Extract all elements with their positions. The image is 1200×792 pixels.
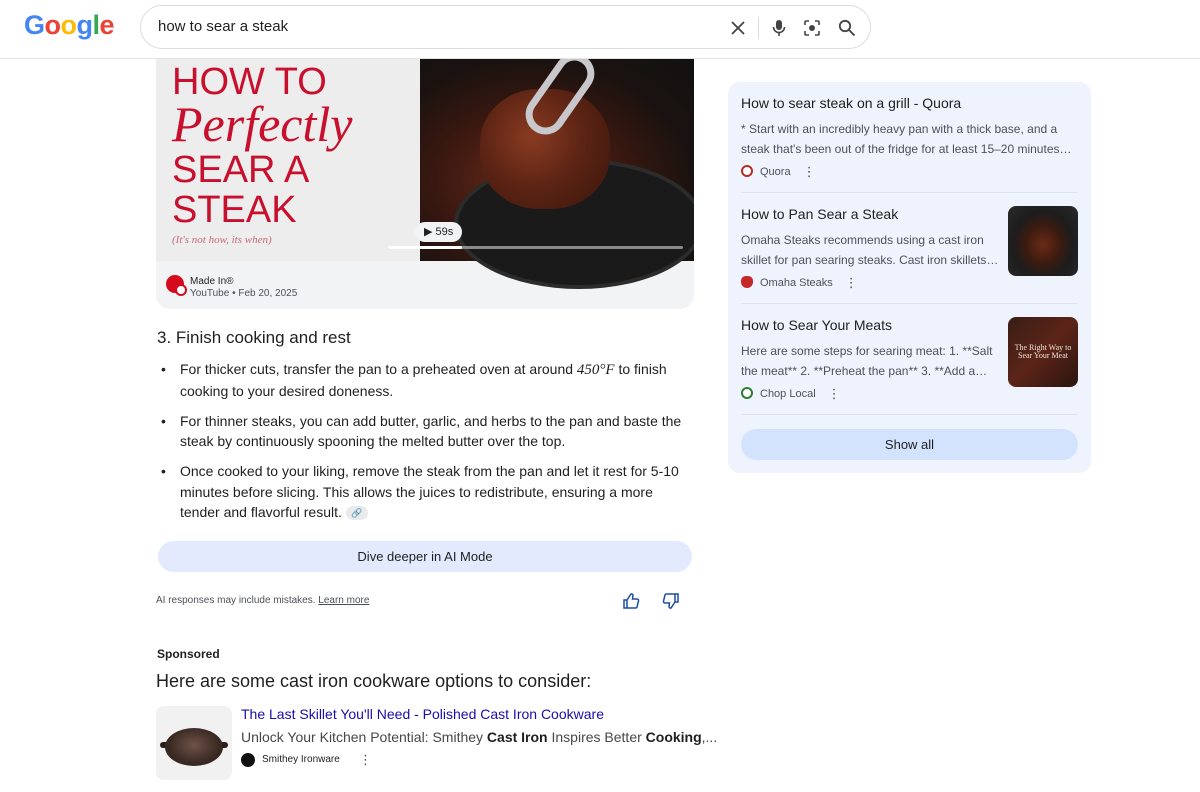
temperature-value: 450°F (576, 362, 615, 378)
header: Google (0, 0, 1200, 59)
more-options-icon[interactable]: ⋮ (845, 275, 858, 290)
search-box (140, 5, 871, 49)
sponsored-label: Sponsored (157, 647, 220, 661)
ad-description: Unlock Your Kitchen Potential: Smithey C… (241, 729, 717, 745)
source-card-chop-local[interactable]: How to Sear Your Meats Here are some ste… (741, 317, 1078, 412)
source-meta: Quora ⋮ (741, 164, 816, 180)
video-title-line: STEAK (172, 189, 297, 231)
bullet-text: For thicker cuts, transfer the pan to a … (180, 361, 577, 377)
thumbnail-caption: The Right Way to Sear Your Meat (1014, 343, 1072, 360)
source-title[interactable]: How to Sear Your Meats (741, 317, 892, 333)
thumbs-down-icon[interactable] (660, 590, 682, 612)
advertiser-name: Smithey Ironware (262, 754, 340, 765)
microphone-icon[interactable] (767, 16, 791, 40)
list-item: For thicker cuts, transfer the pan to a … (158, 359, 688, 401)
video-progress-bar[interactable] (388, 246, 683, 249)
bullet-text: Once cooked to your liking, remove the s… (180, 463, 679, 520)
source-name: Omaha Steaks (760, 277, 833, 289)
source-snippet: Omaha Steaks recommends using a cast iro… (741, 233, 999, 267)
ad-desc-text: Inspires Better (547, 729, 646, 745)
thumbs-up-icon[interactable] (620, 590, 642, 612)
source-name: Chop Local (760, 388, 816, 400)
meat-thumbnail[interactable]: The Right Way to Sear Your Meat (1008, 317, 1078, 387)
video-title-line: Perfectly (172, 96, 353, 152)
source-card-omaha-steaks[interactable]: How to Pan Sear a Steak Omaha Steaks rec… (741, 206, 1078, 301)
ad-desc-text: Unlock Your Kitchen Potential: Smithey (241, 729, 487, 745)
chop-local-icon (741, 387, 753, 399)
source-snippet: * Start with an incredibly heavy pan wit… (741, 122, 1072, 156)
steak-thumbnail[interactable] (1008, 206, 1078, 276)
dive-deeper-button[interactable]: Dive deeper in AI Mode (158, 541, 692, 572)
ad-desc-bold: Cast Iron (486, 729, 548, 745)
ad-product-image[interactable] (156, 706, 232, 780)
source-meta: Omaha Steaks ⋮ (741, 275, 858, 291)
google-logo[interactable]: Google (24, 10, 115, 41)
more-options-icon[interactable]: ⋮ (828, 386, 841, 401)
sponsored-heading: Here are some cast iron cookware options… (156, 671, 592, 691)
search-icon[interactable] (835, 16, 859, 40)
ad-desc-text: ,... (701, 729, 718, 745)
source-card-quora[interactable]: How to sear steak on a grill - Quora * S… (741, 95, 1078, 190)
search-divider (758, 17, 759, 39)
video-card[interactable]: HOW TO Perfectly SEAR A STEAK (It's not … (156, 59, 694, 309)
section-title: 3. Finish cooking and rest (157, 328, 351, 347)
ad-title-link[interactable]: The Last Skillet You'll Need - Polished … (241, 706, 604, 722)
step-list: For thicker cuts, transfer the pan to a … (158, 359, 688, 532)
source-name: Quora (760, 166, 791, 178)
related-sources-panel: How to sear steak on a grill - Quora * S… (728, 82, 1091, 473)
video-progress-fill (388, 246, 462, 249)
list-item: Once cooked to your liking, remove the s… (158, 461, 688, 523)
video-duration-badge: ▶ 59s (415, 222, 463, 242)
channel-avatar (166, 275, 187, 296)
show-all-button[interactable]: Show all (741, 429, 1078, 460)
ai-disclaimer: AI responses may include mistakes. Learn… (156, 595, 369, 606)
skillet-image (165, 728, 223, 766)
advertiser-logo (241, 753, 255, 767)
source-title[interactable]: How to Pan Sear a Steak (741, 206, 898, 222)
video-meta: YouTube • Feb 20, 2025 (190, 288, 298, 299)
more-options-icon[interactable]: ⋮ (803, 164, 816, 179)
clear-icon[interactable] (726, 16, 750, 40)
link-icon[interactable]: 🔗 (345, 506, 368, 521)
divider (741, 303, 1078, 304)
disclaimer-text: AI responses may include mistakes. (156, 595, 316, 606)
search-input[interactable] (158, 18, 658, 35)
video-title-line: SEAR A (172, 149, 310, 191)
list-item: For thinner steaks, you can add butter, … (158, 411, 688, 452)
learn-more-link[interactable]: Learn more (318, 595, 369, 606)
ad-desc-bold: Cooking (645, 729, 702, 745)
quora-icon (741, 165, 753, 177)
source-title[interactable]: How to sear steak on a grill - Quora (741, 95, 961, 111)
divider (741, 414, 1078, 415)
divider (741, 192, 1078, 193)
video-title-line: (It's not how, its when) (172, 234, 272, 246)
source-snippet: Here are some steps for searing meat: 1.… (741, 344, 993, 378)
source-meta: Chop Local ⋮ (741, 386, 841, 402)
more-options-icon[interactable]: ⋮ (359, 752, 372, 768)
channel-name: Made In® (190, 276, 234, 287)
bullet-text: For thinner steaks, you can add butter, … (180, 412, 682, 450)
lens-icon[interactable] (800, 16, 824, 40)
video-thumbnail-title: HOW TO Perfectly SEAR A STEAK (It's not … (156, 59, 420, 261)
omaha-steaks-icon (741, 276, 753, 288)
